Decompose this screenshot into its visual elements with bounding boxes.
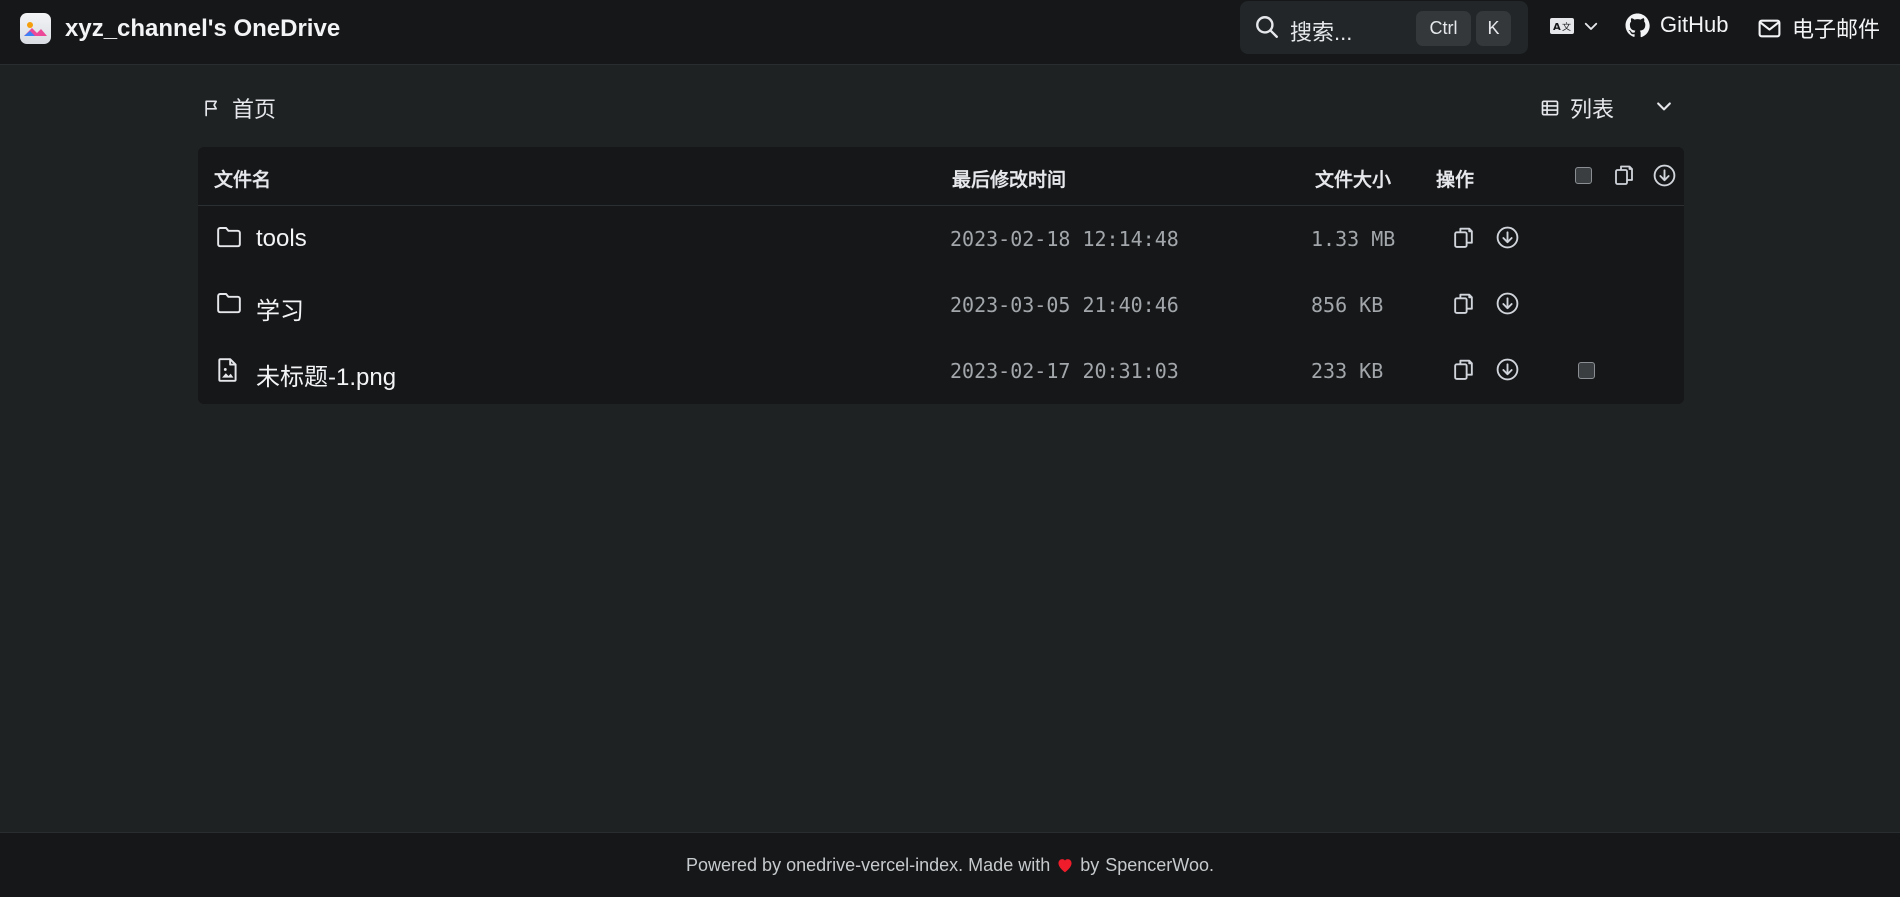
modified-time: 2023-02-17 20:31:03 <box>950 359 1179 383</box>
image-file-icon <box>216 357 240 383</box>
copy-link-icon[interactable] <box>1451 225 1476 250</box>
top-navbar: xyz_channel's OneDrive 搜索... Ctrl K A 文 <box>0 0 1900 65</box>
breadcrumb[interactable]: 首页 <box>202 92 276 124</box>
github-link[interactable]: GitHub <box>1625 12 1728 38</box>
table-row[interactable]: 学习 2023-03-05 21:40:46 856 KB <box>198 272 1684 338</box>
column-header-name: 文件名 <box>214 170 272 191</box>
footer-prefix: Powered by <box>686 854 782 875</box>
language-switcher[interactable]: A 文 <box>1550 16 1600 36</box>
shortcut-key-k: K <box>1476 11 1511 46</box>
heart-icon <box>1056 857 1074 873</box>
site-title: xyz_channel's OneDrive <box>65 14 341 42</box>
shortcut-key-ctrl: Ctrl <box>1416 11 1471 46</box>
file-size: 233 KB <box>1311 359 1384 383</box>
site-logo <box>20 13 51 44</box>
table-row[interactable]: 未标题-1.png 2023-02-17 20:31:03 233 KB <box>198 338 1684 404</box>
flag-icon <box>202 98 222 118</box>
chevron-down-icon <box>1582 17 1600 35</box>
chevron-down-icon[interactable] <box>1654 96 1674 116</box>
mail-icon <box>1757 16 1782 41</box>
copy-selected-links-icon[interactable] <box>1612 163 1636 187</box>
footer-made-with: . Made with <box>958 854 1051 875</box>
download-icon[interactable] <box>1495 225 1520 250</box>
github-label: GitHub <box>1660 12 1729 37</box>
view-label: 列表 <box>1570 97 1615 122</box>
column-header-size: 文件大小 <box>1315 170 1392 191</box>
breadcrumb-home[interactable]: 首页 <box>232 92 276 124</box>
file-list-table: 文件名 最后修改时间 文件大小 操作 tools 2023-02-18 12:1… <box>198 147 1684 404</box>
file-size: 1.33 MB <box>1311 227 1396 251</box>
email-label: 电子邮件 <box>1792 17 1881 42</box>
folder-icon <box>216 291 242 315</box>
select-all-checkbox[interactable] <box>1575 167 1592 184</box>
modified-time: 2023-02-18 12:14:48 <box>950 227 1179 251</box>
copy-link-icon[interactable] <box>1451 357 1476 382</box>
translate-icon: A 文 <box>1550 16 1574 36</box>
email-link[interactable]: 电子邮件 <box>1757 12 1880 44</box>
file-name[interactable]: 学习 <box>256 291 304 326</box>
github-icon <box>1625 13 1650 38</box>
svg-text:文: 文 <box>1562 21 1571 33</box>
row-select-checkbox[interactable] <box>1578 362 1595 379</box>
column-header-modified: 最后修改时间 <box>952 170 1067 191</box>
search-placeholder: 搜索... <box>1290 20 1353 45</box>
footer: Powered by onedrive-vercel-index. Made w… <box>0 832 1900 897</box>
folder-icon <box>216 225 242 249</box>
brand-link[interactable]: xyz_channel's OneDrive <box>20 13 340 44</box>
download-icon[interactable] <box>1495 357 1520 382</box>
modified-time: 2023-03-05 21:40:46 <box>950 293 1179 317</box>
footer-suffix: . <box>1208 854 1214 875</box>
download-selected-icon[interactable] <box>1652 163 1677 188</box>
column-header-actions: 操作 <box>1436 170 1475 191</box>
list-view-icon <box>1540 98 1560 118</box>
svg-text:A: A <box>1553 22 1561 33</box>
search-box[interactable]: 搜索... Ctrl K <box>1240 1 1528 54</box>
download-icon[interactable] <box>1495 291 1520 316</box>
copy-link-icon[interactable] <box>1451 291 1476 316</box>
table-row[interactable]: tools 2023-02-18 12:14:48 1.33 MB <box>198 206 1684 272</box>
view-layout-toggle[interactable]: 列表 <box>1540 92 1614 124</box>
footer-author-link[interactable]: SpencerWoo <box>1105 855 1209 876</box>
search-icon <box>1254 14 1280 40</box>
footer-project-link[interactable]: onedrive-vercel-index <box>786 855 958 876</box>
file-name[interactable]: tools <box>256 225 307 253</box>
file-size: 856 KB <box>1311 293 1384 317</box>
file-name[interactable]: 未标题-1.png <box>256 357 396 392</box>
footer-by: by <box>1080 854 1100 875</box>
table-header: 文件名 最后修改时间 文件大小 操作 <box>198 147 1684 206</box>
